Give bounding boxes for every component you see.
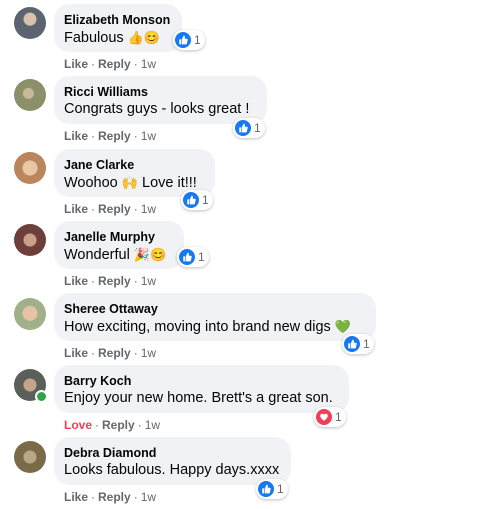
avatar-image <box>14 7 46 39</box>
commenter-name[interactable]: Barry Koch <box>64 373 337 389</box>
commenter-name[interactable]: Elizabeth Monson <box>64 12 170 28</box>
like-button[interactable]: Like <box>64 129 88 143</box>
reaction-count: 1 <box>194 33 201 47</box>
comment-item: Jane Clarke Woohoo 🙌 Love it!!! 1 Like · R… <box>0 145 495 217</box>
reaction-summary[interactable]: 1 <box>181 190 213 210</box>
like-reaction-icon <box>175 32 191 48</box>
reaction-count: 1 <box>202 193 209 207</box>
comment-item: Barry Koch Enjoy your new home. Brett's … <box>0 361 495 433</box>
reaction-summary[interactable]: 1 <box>173 30 205 50</box>
comment-text: Woohoo 🙌 Love it!!! <box>64 173 203 193</box>
reaction-count: 1 <box>335 410 342 424</box>
comment-timestamp[interactable]: 1w <box>141 490 156 504</box>
comment-text-tail: Love it!!! <box>142 175 197 191</box>
comment-timestamp[interactable]: 1w <box>141 346 156 360</box>
emoji-thumbs-smile-icon: 👍😊 <box>127 30 161 45</box>
avatar-image <box>14 79 46 111</box>
like-button[interactable]: Like <box>64 202 88 216</box>
comment-item: Debra Diamond Looks fabulous. Happy days… <box>0 433 495 509</box>
commenter-name[interactable]: Janelle Murphy <box>64 229 172 245</box>
avatar-image <box>14 224 46 256</box>
reply-button[interactable]: Reply <box>102 418 135 432</box>
comment-text-body: Woohoo <box>64 175 118 191</box>
avatar[interactable] <box>14 441 46 473</box>
avatar[interactable] <box>14 79 46 111</box>
comment-actions: Like · Reply · 1w <box>64 274 157 288</box>
avatar[interactable] <box>14 7 46 39</box>
reply-button[interactable]: Reply <box>98 202 131 216</box>
comment-bubble: Elizabeth Monson Fabulous 👍😊 <box>54 4 182 52</box>
comment-actions: Like · Reply · 1w <box>64 57 157 71</box>
reaction-summary[interactable]: 1 <box>233 118 265 138</box>
avatar-image <box>14 298 46 330</box>
comment-item: Elizabeth Monson Fabulous 👍😊 1 Like · Repl… <box>0 0 495 72</box>
avatar[interactable] <box>14 224 46 256</box>
reaction-count: 1 <box>198 250 205 264</box>
reply-button[interactable]: Reply <box>98 57 131 71</box>
comment-bubble: Sheree Ottaway How exciting, moving into… <box>54 293 376 341</box>
reply-button[interactable]: Reply <box>98 490 131 504</box>
comment-actions: Like · Reply · 1w <box>64 490 157 504</box>
comment-text: Fabulous 👍😊 <box>64 28 170 48</box>
reaction-summary[interactable]: 1 <box>314 407 346 427</box>
comment-text-body: Fabulous <box>64 30 124 46</box>
comment-text: How exciting, moving into brand new digs… <box>64 317 364 337</box>
like-button[interactable]: Like <box>64 490 88 504</box>
reaction-summary[interactable]: 1 <box>256 479 288 499</box>
avatar-image <box>14 441 46 473</box>
commenter-name[interactable]: Ricci Williams <box>64 84 255 100</box>
comment-bubble: Barry Koch Enjoy your new home. Brett's … <box>54 365 349 413</box>
comment-timestamp[interactable]: 1w <box>141 274 156 288</box>
like-button[interactable]: Like <box>64 274 88 288</box>
reaction-summary[interactable]: 1 <box>342 334 374 354</box>
comment-text-body: Wonderful <box>64 247 130 263</box>
love-reaction-icon <box>316 409 332 425</box>
comment-item: Sheree Ottaway How exciting, moving into… <box>0 289 495 361</box>
comment-text-body: How exciting, moving into brand new digs <box>64 319 331 335</box>
party-smile-icon: 🎉😊 <box>133 247 167 262</box>
avatar-image <box>14 152 46 184</box>
comment-bubble: Ricci Williams Congrats guys - looks gre… <box>54 76 267 124</box>
avatar[interactable] <box>14 152 46 184</box>
commenter-name[interactable]: Jane Clarke <box>64 157 203 173</box>
comment-bubble: Janelle Murphy Wonderful 🎉😊 <box>54 221 184 269</box>
reply-button[interactable]: Reply <box>98 129 131 143</box>
online-status-icon <box>35 390 48 403</box>
reply-button[interactable]: Reply <box>98 346 131 360</box>
reaction-summary[interactable]: 1 <box>177 247 209 267</box>
like-reaction-icon <box>179 249 195 265</box>
love-button[interactable]: Love <box>64 418 92 432</box>
comment-timestamp[interactable]: 1w <box>145 418 160 432</box>
comment-text: Looks fabulous. Happy days.xxxx <box>64 462 280 478</box>
comment-item: Janelle Murphy Wonderful 🎉😊 1 Like · Reply… <box>0 217 495 289</box>
commenter-name[interactable]: Sheree Ottaway <box>64 301 364 317</box>
avatar[interactable] <box>14 298 46 330</box>
like-reaction-icon <box>183 192 199 208</box>
reply-button[interactable]: Reply <box>98 274 131 288</box>
comment-timestamp[interactable]: 1w <box>141 57 156 71</box>
comment-actions: Like · Reply · 1w <box>64 202 157 216</box>
comment-timestamp[interactable]: 1w <box>141 129 156 143</box>
comment-actions: Like · Reply · 1w <box>64 129 157 143</box>
commenter-name[interactable]: Debra Diamond <box>64 445 279 461</box>
like-reaction-icon <box>344 336 360 352</box>
comment-bubble: Debra Diamond Looks fabulous. Happy days… <box>54 437 291 485</box>
like-reaction-icon <box>258 481 274 497</box>
like-button[interactable]: Like <box>64 346 88 360</box>
comment-actions: Love · Reply · 1w <box>64 418 161 432</box>
like-button[interactable]: Like <box>64 57 88 71</box>
comment-item: Ricci Williams Congrats guys - looks gre… <box>0 72 495 144</box>
comment-actions: Like · Reply · 1w <box>64 346 157 360</box>
reaction-count: 1 <box>363 337 370 351</box>
comment-timestamp[interactable]: 1w <box>141 202 156 216</box>
reaction-count: 1 <box>254 121 261 135</box>
raised-hands-icon: 🙌 <box>121 175 138 190</box>
comment-text: Enjoy your new home. Brett's a great son… <box>64 390 333 406</box>
green-heart-icon: 💚 <box>334 319 351 334</box>
comment-text: Congrats guys - looks great ! <box>64 101 250 117</box>
like-reaction-icon <box>235 120 251 136</box>
reaction-count: 1 <box>277 482 284 496</box>
comment-text: Wonderful 🎉😊 <box>64 245 172 265</box>
avatar[interactable] <box>14 369 48 403</box>
